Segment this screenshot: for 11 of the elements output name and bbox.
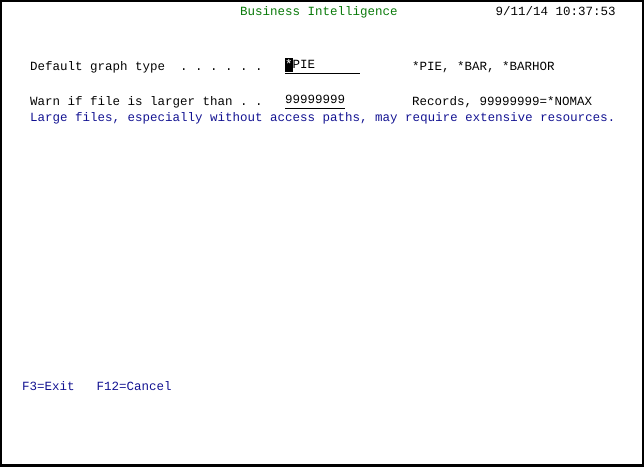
date-time: 9/11/14 10:37:53 (496, 5, 616, 19)
input-field[interactable]: 99999999 (285, 93, 345, 109)
info-message: Large files, especially without access paths, may require extensive resources. (29, 111, 616, 125)
allowed-values: Records, 99999999=*NOMAX (412, 95, 592, 109)
allowed-values: *PIE, *BAR, *BARHOR (412, 60, 555, 74)
field-label: Default graph type . . . . . . (30, 60, 264, 74)
screen-title: Business Intelligence (240, 5, 398, 19)
field-label: Warn if file is larger than . . (30, 95, 264, 109)
input-field[interactable]: *PIE (285, 58, 360, 74)
function-key[interactable]: F12=Cancel (96, 380, 172, 394)
function-key[interactable]: F3=Exit (22, 380, 75, 394)
